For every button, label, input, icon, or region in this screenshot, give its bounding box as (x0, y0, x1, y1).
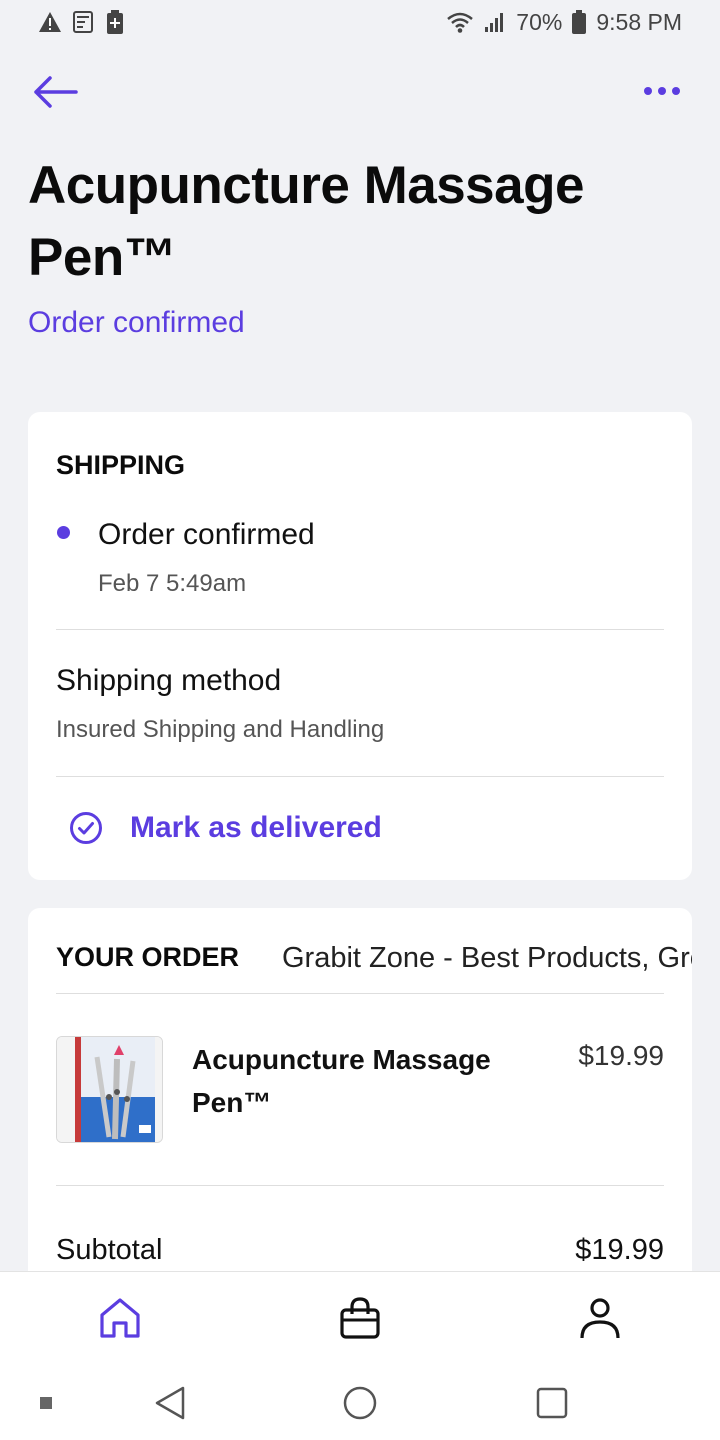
wifi-icon (447, 12, 474, 33)
item-price: $19.99 (578, 1040, 664, 1071)
profile-icon (580, 1298, 620, 1339)
order-card: YOUR ORDER Grabit Zone - Best Products, … (28, 908, 692, 1288)
item-name[interactable]: Acupuncture Massage Pen™ (192, 1038, 522, 1124)
order-status: Order confirmed (28, 306, 245, 339)
subtotal-label: Subtotal (56, 1234, 163, 1266)
tab-home[interactable] (92, 1290, 148, 1346)
divider (56, 629, 664, 630)
shipping-method-value: Insured Shipping and Handling (56, 716, 385, 743)
store-name[interactable]: Grabit Zone - Best Products, Great Price… (282, 942, 692, 975)
timeline-status: Order confirmed (98, 518, 315, 551)
notification-icon (73, 11, 93, 33)
tab-profile[interactable] (572, 1290, 628, 1346)
battery-icon (572, 10, 587, 34)
battery-percent: 70% (516, 8, 563, 35)
divider (56, 776, 664, 777)
shipping-card: SHIPPING Order confirmed Feb 7 5:49am Sh… (28, 412, 692, 880)
divider (56, 1185, 664, 1186)
square-dot-icon (40, 1397, 52, 1409)
nav-recents-button[interactable] (530, 1381, 574, 1425)
product-image (57, 1037, 162, 1142)
bottom-tab-bar (0, 1271, 720, 1363)
check-circle-icon (70, 812, 102, 844)
mark-delivered-button[interactable]: Mark as delivered (68, 810, 382, 846)
divider (56, 993, 664, 994)
timeline-date: Feb 7 5:49am (98, 570, 247, 597)
back-button[interactable] (30, 70, 80, 114)
mark-delivered-label: Mark as delivered (130, 811, 382, 844)
system-nav-bar (0, 1363, 720, 1440)
circle-home-icon (343, 1386, 377, 1420)
more-options-button[interactable] (640, 76, 690, 106)
triangle-back-icon (155, 1386, 185, 1420)
shopping-bag-icon (340, 1297, 380, 1339)
battery-plus-icon (107, 10, 123, 34)
clock: 9:58 PM (596, 8, 682, 35)
more-horizontal-icon (644, 87, 680, 95)
square-recents-icon (536, 1387, 568, 1419)
shipping-method-label: Shipping method (56, 664, 282, 697)
signal-icon (485, 13, 504, 32)
page-title: Acupuncture Massage Pen™ (28, 156, 584, 287)
order-heading: YOUR ORDER (56, 942, 240, 972)
tab-shopping-bag[interactable] (332, 1290, 388, 1346)
product-thumbnail[interactable] (56, 1036, 163, 1143)
top-app-bar (0, 62, 720, 122)
timeline-dot (57, 526, 70, 539)
home-icon (100, 1298, 140, 1338)
shipping-heading: SHIPPING (56, 450, 186, 480)
warning-icon (39, 12, 61, 32)
arrow-left-icon (34, 76, 78, 108)
nav-back-button[interactable] (148, 1381, 192, 1425)
subtotal-value: $19.99 (575, 1234, 664, 1266)
nav-dot-button[interactable] (24, 1381, 68, 1425)
status-bar: 70% 9:58 PM (0, 0, 720, 44)
nav-home-button[interactable] (338, 1381, 382, 1425)
